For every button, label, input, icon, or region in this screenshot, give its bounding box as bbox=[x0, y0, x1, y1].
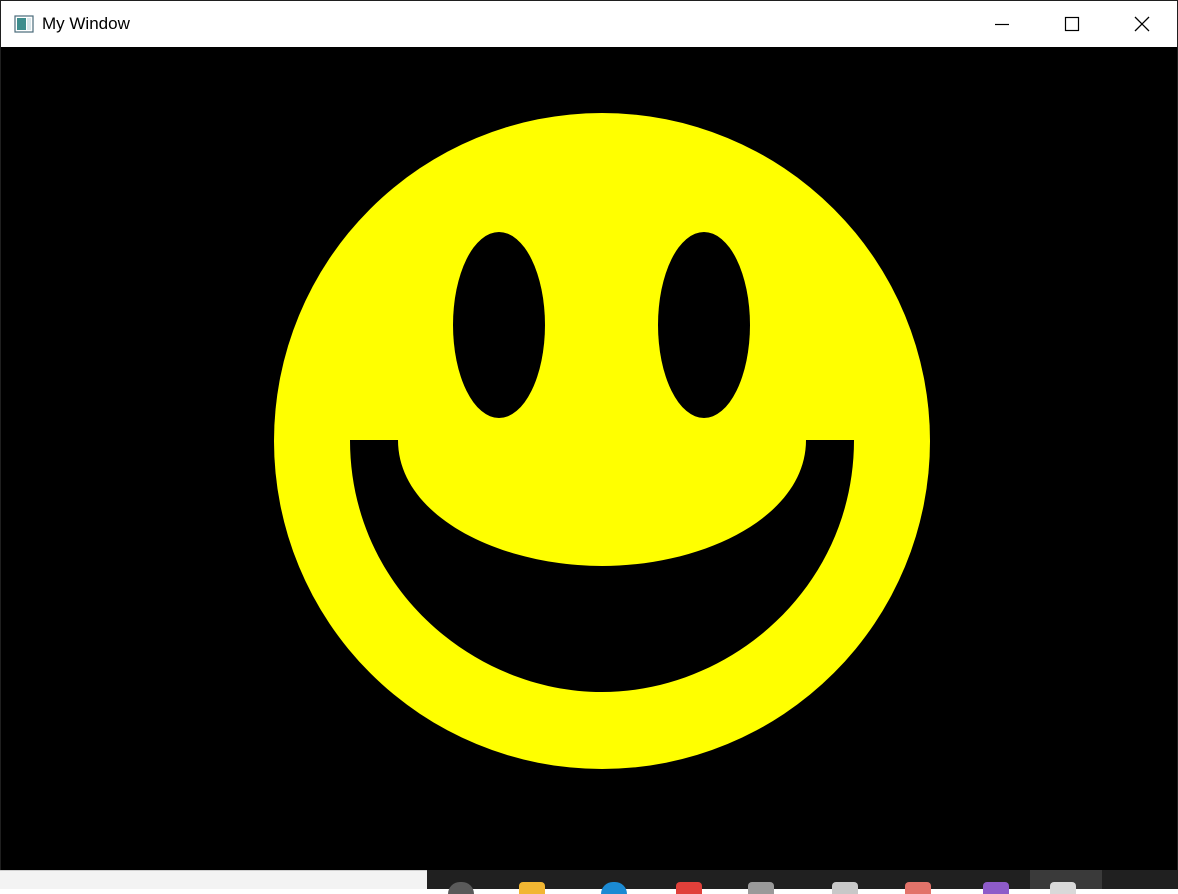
app-red-icon[interactable] bbox=[676, 882, 702, 894]
app-gray-icon[interactable] bbox=[748, 882, 774, 894]
minimize-button[interactable] bbox=[967, 1, 1037, 47]
my-window-task-icon[interactable] bbox=[1050, 882, 1076, 894]
close-button[interactable] bbox=[1107, 1, 1177, 47]
windows-taskbar bbox=[0, 870, 1178, 894]
minimize-icon bbox=[995, 23, 1009, 26]
visual-studio-icon[interactable] bbox=[983, 882, 1009, 894]
maximize-icon bbox=[1064, 16, 1080, 32]
smiley-left-eye bbox=[453, 232, 545, 418]
edge-icon[interactable] bbox=[601, 882, 627, 894]
smiley-drawing bbox=[1, 47, 1177, 871]
maximize-button[interactable] bbox=[1037, 1, 1107, 47]
app-window-icon bbox=[14, 14, 34, 34]
smiley-right-eye bbox=[658, 232, 750, 418]
drawing-canvas bbox=[1, 47, 1177, 871]
title-bar[interactable]: My Window bbox=[1, 1, 1177, 47]
cortana-icon[interactable] bbox=[448, 882, 474, 894]
taskbar-search-box[interactable] bbox=[0, 870, 427, 889]
app-window: My Window bbox=[0, 0, 1178, 872]
paint-icon[interactable] bbox=[905, 882, 931, 894]
window-controls bbox=[967, 1, 1177, 47]
file-explorer-icon[interactable] bbox=[519, 882, 545, 894]
close-icon bbox=[1134, 16, 1150, 32]
notepad-icon[interactable] bbox=[832, 882, 858, 894]
window-title: My Window bbox=[42, 14, 130, 33]
